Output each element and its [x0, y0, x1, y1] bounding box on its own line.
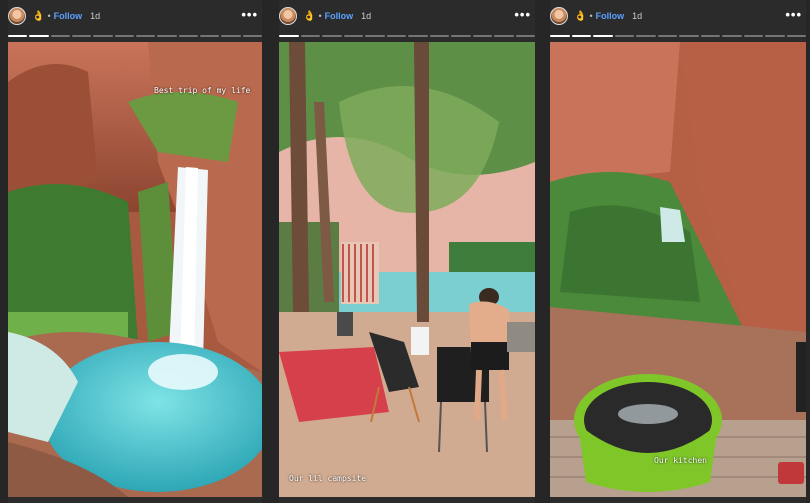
story-progress-bar: [550, 35, 806, 37]
story-age: 1d: [361, 11, 372, 21]
story-age: 1d: [632, 11, 643, 21]
story-card-1[interactable]: 👌 • Follow 1d ••• Best trip of my life: [8, 0, 262, 503]
story-header: 👌 • Follow 1d •••: [8, 0, 262, 32]
separator-dot: •: [318, 11, 322, 21]
story-card-2[interactable]: 👌 • Follow 1d ••• Our lil campsite: [279, 0, 535, 503]
campsite-image: [279, 42, 535, 497]
avatar[interactable]: [550, 7, 568, 25]
story-progress-bar: [8, 35, 262, 37]
story-photo-kitchen[interactable]: Our kitchen: [550, 42, 806, 497]
story-card-3[interactable]: 👌 • Follow 1d ••• Our kitchen: [550, 0, 806, 503]
separator-dot: •: [47, 11, 51, 21]
story-photo-waterfall[interactable]: Best trip of my life: [8, 42, 262, 497]
follow-button[interactable]: Follow: [325, 11, 354, 21]
ok-hand-icon: 👌: [303, 10, 316, 22]
follow-button[interactable]: Follow: [54, 11, 83, 21]
story-caption: Our lil campsite: [289, 474, 367, 483]
ok-hand-icon: 👌: [574, 10, 587, 22]
waterfall-image: [8, 42, 262, 497]
story-progress-bar: [279, 35, 535, 37]
story-header: 👌 • Follow 1d •••: [550, 0, 806, 32]
separator-dot: •: [589, 11, 593, 21]
follow-button[interactable]: Follow: [596, 11, 625, 21]
story-caption: Best trip of my life: [154, 86, 251, 95]
avatar[interactable]: [8, 7, 26, 25]
ok-hand-icon: 👌: [32, 10, 45, 22]
avatar[interactable]: [279, 7, 297, 25]
story-caption: Our kitchen: [654, 456, 707, 465]
more-options-icon[interactable]: •••: [241, 7, 258, 22]
story-photo-campsite[interactable]: Our lil campsite: [279, 42, 535, 497]
more-options-icon[interactable]: •••: [514, 7, 531, 22]
more-options-icon[interactable]: •••: [785, 7, 802, 22]
story-age: 1d: [90, 11, 101, 21]
kitchen-image: [550, 42, 806, 497]
story-header: 👌 • Follow 1d •••: [279, 0, 535, 32]
